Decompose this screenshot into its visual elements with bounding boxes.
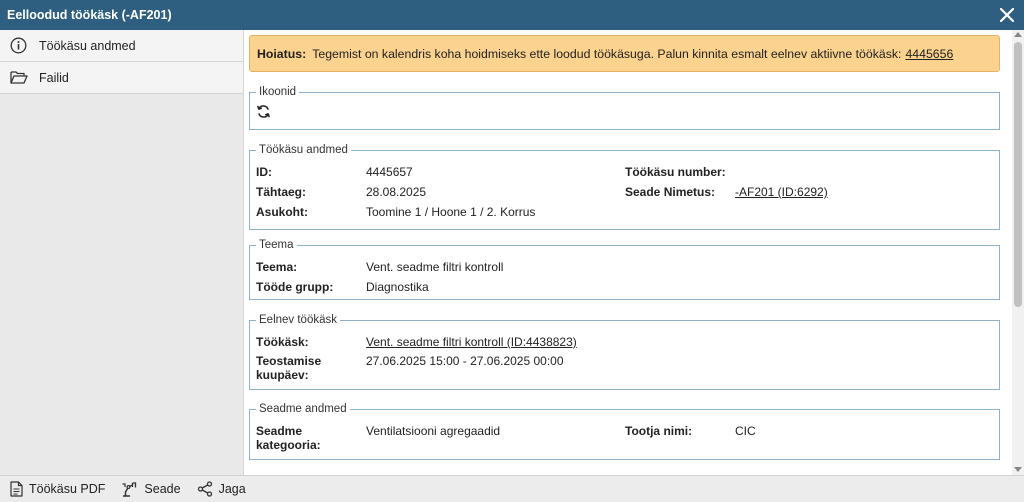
device-button-label: Seade xyxy=(144,482,181,496)
execution-date-label-line1: Teostamise xyxy=(256,354,322,368)
execution-date-label-line2: kuupäev: xyxy=(256,368,309,382)
work-group-label: Tööde grupp: xyxy=(256,280,334,294)
warning-banner: Hoiatus: Tegemist on kalendris koha hoid… xyxy=(249,35,1000,72)
section-legend: Eelnev töökäsk xyxy=(259,314,337,326)
info-icon xyxy=(10,37,30,54)
section-legend: Ikoonid xyxy=(259,86,297,98)
sidebar: Töökäsu andmed Failid xyxy=(0,30,244,475)
theme-value: Vent. seadme filtri kontroll xyxy=(366,260,504,274)
device-category-value: Ventilatsiooni agregaadid xyxy=(366,424,501,438)
vertical-scrollbar[interactable] xyxy=(1012,30,1024,475)
scroll-up-arrow-icon[interactable] xyxy=(1014,32,1022,37)
sidebar-item-label: Töökäsu andmed xyxy=(39,38,136,53)
work-order-pdf-button[interactable]: Töökäsu PDF xyxy=(10,481,105,497)
manufacturer-value: CIC xyxy=(735,424,756,438)
work-order-number-label: Töökäsu number: xyxy=(625,165,726,179)
close-button[interactable] xyxy=(996,4,1018,26)
refresh-icon[interactable] xyxy=(256,104,271,122)
scrollbar-thumb[interactable] xyxy=(1014,42,1022,307)
sidebar-item-files[interactable]: Failid xyxy=(0,62,243,94)
execution-date-value: 27.06.2025 15:00 - 27.06.2025 00:00 xyxy=(366,354,564,368)
device-data-section: Seadme andmed Seadme kategooria: Ventila… xyxy=(249,403,1000,460)
icons-section: Ikoonid xyxy=(249,86,1000,130)
device-button[interactable]: Seade xyxy=(121,481,181,497)
sidebar-item-work-order-data[interactable]: Töökäsu andmed xyxy=(0,30,243,62)
theme-section: Teema Teema: Vent. seadme filtri kontrol… xyxy=(249,239,1000,300)
window-title: Eelloodud töökäsk (-AF201) xyxy=(7,8,172,22)
share-button[interactable]: Jaga xyxy=(197,481,246,497)
folder-open-icon xyxy=(10,70,30,85)
pdf-file-icon xyxy=(10,481,23,497)
section-legend: Seadme andmed xyxy=(259,403,347,415)
location-label: Asukoht: xyxy=(256,205,308,219)
share-button-label: Jaga xyxy=(218,482,246,496)
location-value: Toomine 1 / Hoone 1 / 2. Korrus xyxy=(366,205,536,219)
section-legend: Töökäsu andmed xyxy=(259,144,348,156)
previous-order-link[interactable]: Vent. seadme filtri kontroll (ID:4438823… xyxy=(366,335,577,349)
bottom-toolbar: Töökäsu PDF Seade Jaga xyxy=(0,475,1024,502)
deadline-label: Tähtaeg: xyxy=(256,185,307,199)
section-legend: Teema xyxy=(259,239,294,251)
scroll-down-arrow-icon[interactable] xyxy=(1014,467,1022,472)
share-icon xyxy=(197,481,213,497)
device-category-label-line1: Seadme xyxy=(256,424,303,438)
work-order-section: Töökäsu andmed ID: 4445657 Tähtaeg: 28.0… xyxy=(249,144,1000,230)
warning-text: Tegemist on kalendris koha hoidmiseks et… xyxy=(312,46,902,61)
title-bar: Eelloodud töökäsk (-AF201) xyxy=(0,0,1024,30)
deadline-value: 28.08.2025 xyxy=(366,185,427,199)
device-category-label-line2: kategooria: xyxy=(256,438,321,452)
id-label: ID: xyxy=(256,165,272,179)
close-icon xyxy=(1000,8,1014,22)
id-value: 4445657 xyxy=(366,165,413,179)
work-group-value: Diagnostika xyxy=(366,280,429,294)
sidebar-item-label: Failid xyxy=(39,70,69,85)
device-name-label: Seade Nimetus: xyxy=(625,185,716,199)
warning-prefix: Hoiatus: xyxy=(257,46,307,61)
manufacturer-label: Tootja nimi: xyxy=(625,424,693,438)
previous-work-order-section: Eelnev töökäsk Töökäsk: Vent. seadme fil… xyxy=(249,314,1000,390)
device-robot-icon xyxy=(121,481,138,497)
pdf-button-label: Töökäsu PDF xyxy=(29,482,106,496)
content-panel: Hoiatus: Tegemist on kalendris koha hoid… xyxy=(244,30,1012,475)
active-work-order-link[interactable]: 4445656 xyxy=(905,47,953,61)
theme-label: Teema: xyxy=(256,260,298,274)
previous-order-label: Töökäsk: xyxy=(256,335,309,349)
device-name-link[interactable]: -AF201 (ID:6292) xyxy=(735,185,828,199)
